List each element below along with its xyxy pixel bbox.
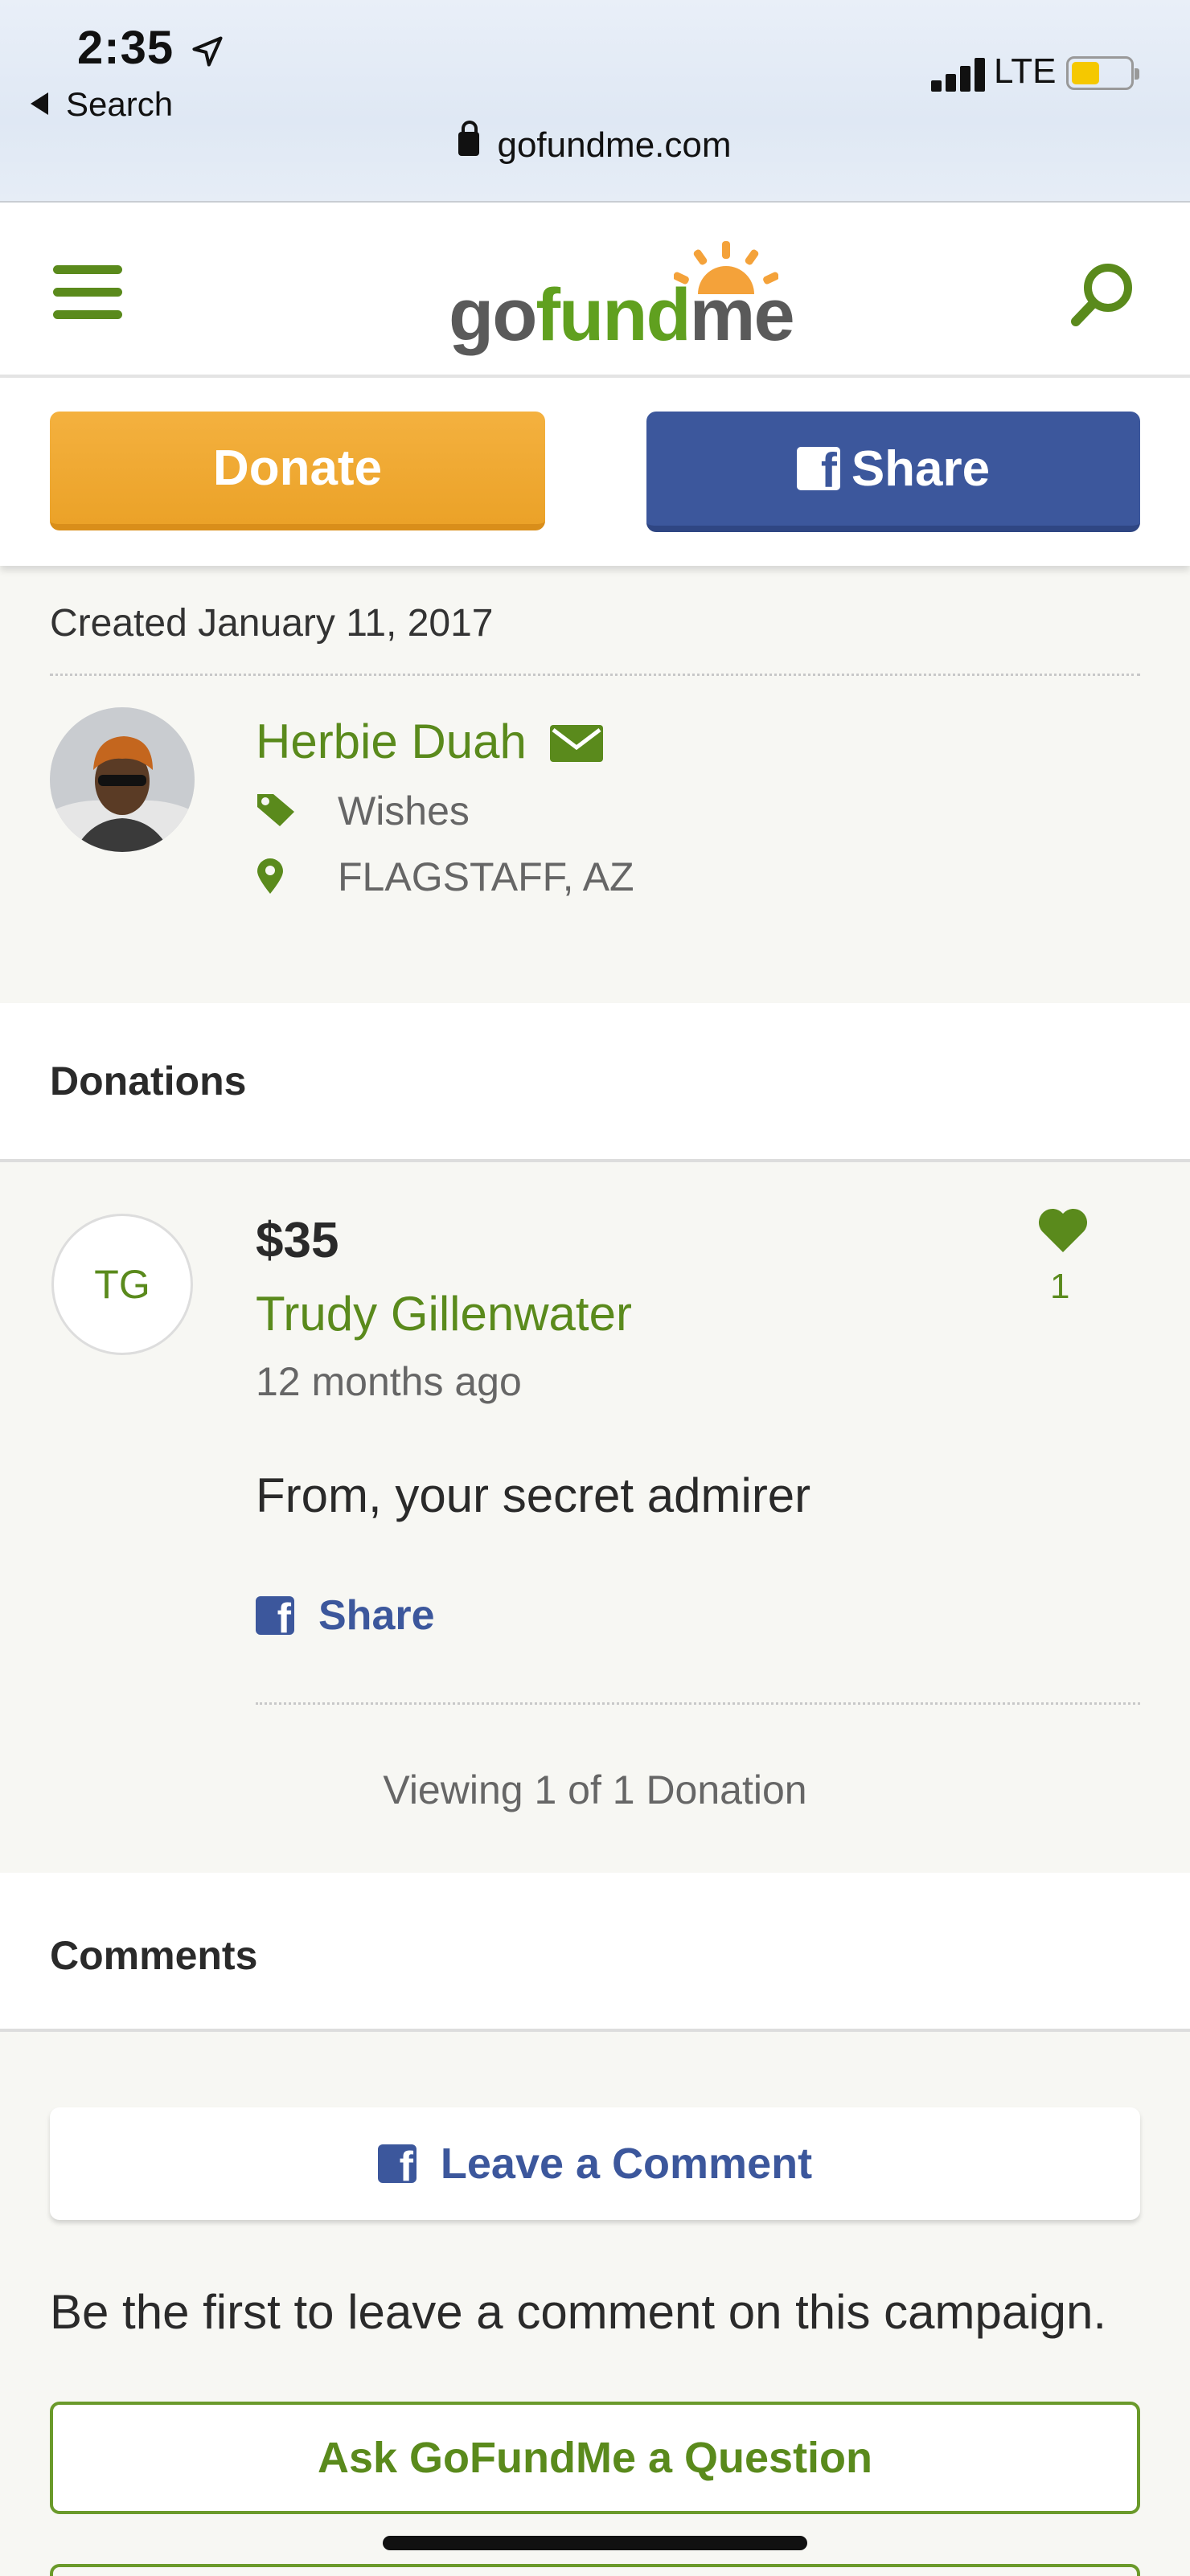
donor-initials-avatar: TG [51, 1214, 193, 1355]
category-text: Wishes [338, 788, 470, 833]
donation-message: From, your secret admirer [256, 1468, 811, 1522]
logo-wordmark: gofundme [449, 274, 795, 356]
home-indicator[interactable] [383, 2536, 807, 2550]
like-count: 1 [1050, 1267, 1070, 1306]
location-text: FLAGSTAFF, AZ [338, 854, 634, 899]
share-label: Share [851, 440, 991, 497]
ask-question-button[interactable]: Ask GoFundMe a Question [50, 2402, 1140, 2514]
divider [256, 1702, 1140, 1705]
divider [50, 674, 1140, 676]
donations-title: Donations [50, 1059, 247, 1104]
lock-icon [458, 121, 480, 157]
no-comments-text: Be the first to leave a comment on this … [50, 2285, 1106, 2339]
leave-comment-button[interactable]: Leave a Comment [50, 2107, 1140, 2220]
organizer-avatar[interactable] [50, 707, 195, 852]
action-bar: Donate Share [0, 378, 1190, 566]
back-to-search-button[interactable]: Search [31, 85, 173, 124]
donation-share-label: Share [318, 1592, 435, 1639]
donations-count: Viewing 1 of 1 Donation [383, 1767, 807, 1812]
donation-share-link[interactable]: Share [256, 1591, 435, 1640]
search-icon[interactable] [1066, 259, 1139, 331]
comments-section-header: Comments [0, 1873, 1190, 2032]
tag-icon [257, 794, 294, 826]
site-header: gofundme [0, 203, 1190, 378]
created-date: Created January 11, 2017 [50, 602, 494, 645]
battery-icon [1066, 56, 1139, 90]
leave-comment-label: Leave a Comment [440, 2140, 813, 2188]
map-pin-icon [257, 858, 283, 894]
url-text: gofundme.com [497, 125, 732, 165]
donation-amount: $35 [256, 1213, 339, 1268]
next-button-edge[interactable] [50, 2564, 1140, 2576]
ios-status-bar: 2:35 Search LTE gofundme.com [0, 0, 1190, 203]
facebook-share-button[interactable]: Share [646, 412, 1140, 532]
menu-hamburger-icon[interactable] [53, 265, 122, 320]
facebook-icon [796, 443, 840, 498]
gofundme-logo[interactable]: gofundme [441, 240, 795, 356]
cellular-signal-icon [931, 56, 987, 92]
facebook-icon [256, 1596, 294, 1635]
clock-time: 2:35 [77, 22, 174, 74]
organizer-name[interactable]: Herbie Duah [256, 714, 527, 769]
comments-title: Comments [50, 1933, 258, 1978]
donate-button[interactable]: Donate [50, 412, 545, 530]
network-type: LTE [994, 51, 1057, 91]
donation-time: 12 months ago [256, 1359, 522, 1404]
location-arrow-icon [192, 36, 223, 67]
back-triangle-icon [31, 92, 48, 115]
envelope-icon[interactable] [550, 725, 603, 762]
donations-section-header: Donations [0, 1003, 1190, 1162]
heart-icon[interactable] [1037, 1206, 1089, 1254]
facebook-icon [377, 2144, 416, 2183]
back-search-label: Search [66, 85, 174, 123]
donor-name[interactable]: Trudy Gillenwater [256, 1286, 632, 1341]
address-bar[interactable]: gofundme.com [0, 121, 1190, 166]
